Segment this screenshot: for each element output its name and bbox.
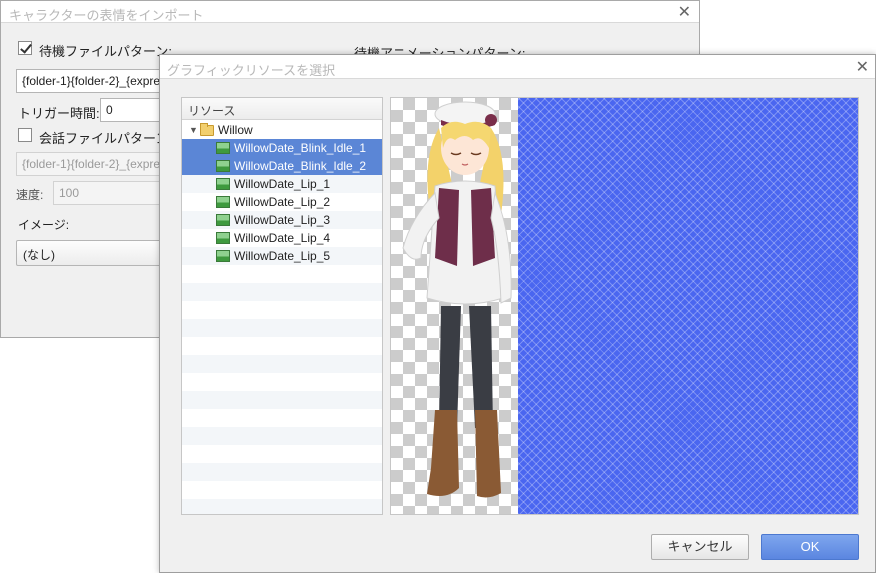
image-file-icon <box>216 250 230 262</box>
image-file-icon <box>216 160 230 172</box>
idle-file-pattern-input[interactable]: {folder-1}{folder-2}_{expre <box>16 69 176 93</box>
speed-input[interactable]: 100 <box>53 181 176 205</box>
idle-file-pattern-label: 待機ファイルパターン: <box>39 44 172 59</box>
folder-label: Willow <box>218 123 253 137</box>
image-file-icon <box>216 214 230 226</box>
tree-item-label: WillowDate_Blink_Idle_1 <box>234 141 367 155</box>
tree-item[interactable]: WillowDate_Blink_Idle_1 <box>182 139 382 157</box>
character-sprite-image <box>402 101 512 498</box>
image-label: イメージ: <box>18 218 70 232</box>
tree-item-label: WillowDate_Lip_4 <box>234 231 331 245</box>
image-file-icon <box>216 196 230 208</box>
image-select[interactable]: (なし) <box>16 240 176 266</box>
tree-item[interactable]: WillowDate_Lip_2 <box>182 193 382 211</box>
import-window-titlebar: キャラクターの表情をインポート ✕ <box>1 1 699 23</box>
speed-label: 速度: <box>16 188 44 202</box>
tree-item[interactable]: WillowDate_Lip_3 <box>182 211 382 229</box>
resource-tree: リソース ▼ Willow WillowDate_Blink_Idle_1 Wi… <box>181 97 383 515</box>
idle-file-pattern-checkbox[interactable] <box>18 41 32 55</box>
tree-item-label: WillowDate_Lip_1 <box>234 177 331 191</box>
image-file-icon <box>216 142 230 154</box>
import-window-title: キャラクターの表情をインポート <box>9 8 204 23</box>
tree-item[interactable]: WillowDate_Blink_Idle_2 <box>182 157 382 175</box>
tree-item[interactable]: WillowDate_Lip_4 <box>182 229 382 247</box>
image-file-icon <box>216 178 230 190</box>
trigger-time-label: トリガー時間: <box>18 106 100 121</box>
tree-item[interactable]: WillowDate_Lip_5 <box>182 247 382 265</box>
tree-item-label: WillowDate_Lip_2 <box>234 195 331 209</box>
expand-triangle-icon[interactable]: ▼ <box>189 121 198 139</box>
close-icon[interactable]: ✕ <box>856 57 869 77</box>
tree-item-label: WillowDate_Lip_3 <box>234 213 331 227</box>
talk-file-pattern-label: 会話ファイルパターン <box>39 131 169 146</box>
cancel-button[interactable]: キャンセル <box>651 534 749 560</box>
resource-tree-rows: ▼ Willow WillowDate_Blink_Idle_1 WillowD… <box>182 121 382 514</box>
select-graphic-resource-dialog: グラフィックリソースを選択 ✕ リソース ▼ Willow WillowDate… <box>159 54 876 573</box>
tree-item-label: WillowDate_Lip_5 <box>234 249 331 263</box>
resource-tree-header: リソース <box>182 98 382 120</box>
talk-file-pattern-checkbox[interactable] <box>18 128 32 142</box>
dialog-title: グラフィックリソースを選択 <box>167 63 336 78</box>
tree-item-label: WillowDate_Blink_Idle_2 <box>234 159 367 173</box>
ok-button[interactable]: OK <box>761 534 859 560</box>
folder-icon <box>200 123 214 136</box>
talk-file-pattern-input[interactable]: {folder-1}{folder-2}_{expre <box>16 152 176 176</box>
tree-item[interactable]: WillowDate_Lip_1 <box>182 175 382 193</box>
empty-preview-area <box>518 98 858 514</box>
close-icon[interactable]: ✕ <box>678 2 691 22</box>
tree-folder-willow[interactable]: ▼ Willow <box>182 121 382 139</box>
resource-preview <box>390 97 859 515</box>
dialog-titlebar: グラフィックリソースを選択 ✕ <box>160 55 875 79</box>
image-file-icon <box>216 232 230 244</box>
